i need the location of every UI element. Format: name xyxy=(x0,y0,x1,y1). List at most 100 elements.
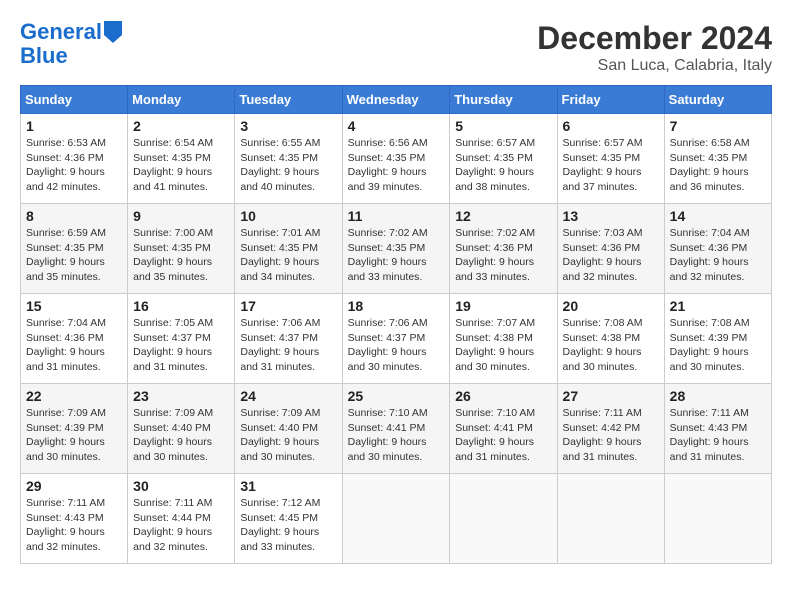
day-info: Sunrise: 6:53 AMSunset: 4:36 PMDaylight:… xyxy=(26,136,122,195)
week-row-2: 8 Sunrise: 6:59 AMSunset: 4:35 PMDaylight… xyxy=(21,204,772,294)
day-info: Sunrise: 7:08 AMSunset: 4:39 PMDaylight:… xyxy=(670,316,766,375)
day-info: Sunrise: 7:04 AMSunset: 4:36 PMDaylight:… xyxy=(26,316,122,375)
day-info: Sunrise: 7:09 AMSunset: 4:39 PMDaylight:… xyxy=(26,406,122,465)
day-cell: 1 Sunrise: 6:53 AMSunset: 4:36 PMDaylight… xyxy=(21,114,128,204)
header: General Blue December 2024 San Luca, Cal… xyxy=(20,20,772,75)
logo-icon xyxy=(104,21,122,43)
day-info: Sunrise: 6:55 AMSunset: 4:35 PMDaylight:… xyxy=(240,136,336,195)
day-cell: 9 Sunrise: 7:00 AMSunset: 4:35 PMDaylight… xyxy=(128,204,235,294)
header-sunday: Sunday xyxy=(21,86,128,114)
day-cell: 25 Sunrise: 7:10 AMSunset: 4:41 PMDayligh… xyxy=(342,384,450,474)
day-cell xyxy=(342,474,450,564)
day-info: Sunrise: 6:59 AMSunset: 4:35 PMDaylight:… xyxy=(26,226,122,285)
day-cell: 18 Sunrise: 7:06 AMSunset: 4:37 PMDayligh… xyxy=(342,294,450,384)
day-cell xyxy=(557,474,664,564)
day-number: 24 xyxy=(240,388,336,404)
day-number: 13 xyxy=(563,208,659,224)
header-saturday: Saturday xyxy=(664,86,771,114)
day-cell: 3 Sunrise: 6:55 AMSunset: 4:35 PMDaylight… xyxy=(235,114,342,204)
day-number: 25 xyxy=(348,388,445,404)
day-number: 4 xyxy=(348,118,445,134)
day-cell: 16Sunrise: 7:05 AMSunset: 4:37 PMDayligh… xyxy=(128,294,235,384)
day-number: 8 xyxy=(26,208,122,224)
day-cell: 14 Sunrise: 7:04 AMSunset: 4:36 PMDayligh… xyxy=(664,204,771,294)
day-info: Sunrise: 6:56 AMSunset: 4:35 PMDaylight:… xyxy=(348,136,445,195)
day-cell: 13 Sunrise: 7:03 AMSunset: 4:36 PMDayligh… xyxy=(557,204,664,294)
day-info: Sunrise: 7:09 AMSunset: 4:40 PMDaylight:… xyxy=(240,406,336,465)
day-cell: 26 Sunrise: 7:10 AMSunset: 4:41 PMDayligh… xyxy=(450,384,557,474)
day-number: 26 xyxy=(455,388,551,404)
day-cell: 24 Sunrise: 7:09 AMSunset: 4:40 PMDayligh… xyxy=(235,384,342,474)
day-number: 7 xyxy=(670,118,766,134)
day-number: 28 xyxy=(670,388,766,404)
week-row-5: 29 Sunrise: 7:11 AMSunset: 4:43 PMDayligh… xyxy=(21,474,772,564)
day-number: 23 xyxy=(133,388,229,404)
day-number: 9 xyxy=(133,208,229,224)
day-number: 12 xyxy=(455,208,551,224)
day-number: 18 xyxy=(348,298,445,314)
day-cell: 5 Sunrise: 6:57 AMSunset: 4:35 PMDaylight… xyxy=(450,114,557,204)
day-cell: 22Sunrise: 7:09 AMSunset: 4:39 PMDayligh… xyxy=(21,384,128,474)
day-info: Sunrise: 7:00 AMSunset: 4:35 PMDaylight:… xyxy=(133,226,229,285)
day-cell: 23 Sunrise: 7:09 AMSunset: 4:40 PMDayligh… xyxy=(128,384,235,474)
day-cell: 21 Sunrise: 7:08 AMSunset: 4:39 PMDayligh… xyxy=(664,294,771,384)
day-number: 1 xyxy=(26,118,122,134)
day-info: Sunrise: 6:57 AMSunset: 4:35 PMDaylight:… xyxy=(563,136,659,195)
day-info: Sunrise: 6:58 AMSunset: 4:35 PMDaylight:… xyxy=(670,136,766,195)
day-info: Sunrise: 7:10 AMSunset: 4:41 PMDaylight:… xyxy=(348,406,445,465)
day-info: Sunrise: 7:12 AMSunset: 4:45 PMDaylight:… xyxy=(240,496,336,555)
logo: General Blue xyxy=(20,20,122,68)
day-number: 27 xyxy=(563,388,659,404)
day-info: Sunrise: 7:10 AMSunset: 4:41 PMDaylight:… xyxy=(455,406,551,465)
day-info: Sunrise: 7:01 AMSunset: 4:35 PMDaylight:… xyxy=(240,226,336,285)
day-number: 21 xyxy=(670,298,766,314)
day-number: 30 xyxy=(133,478,229,494)
day-info: Sunrise: 7:06 AMSunset: 4:37 PMDaylight:… xyxy=(348,316,445,375)
day-info: Sunrise: 7:04 AMSunset: 4:36 PMDaylight:… xyxy=(670,226,766,285)
day-info: Sunrise: 7:11 AMSunset: 4:44 PMDaylight:… xyxy=(133,496,229,555)
day-number: 31 xyxy=(240,478,336,494)
day-number: 19 xyxy=(455,298,551,314)
title-area: December 2024 San Luca, Calabria, Italy xyxy=(537,20,772,75)
logo-line2: Blue xyxy=(20,43,68,68)
logo-text: General xyxy=(20,20,102,44)
day-cell: 20Sunrise: 7:08 AMSunset: 4:38 PMDayligh… xyxy=(557,294,664,384)
day-number: 14 xyxy=(670,208,766,224)
day-info: Sunrise: 6:57 AMSunset: 4:35 PMDaylight:… xyxy=(455,136,551,195)
day-cell: 8 Sunrise: 6:59 AMSunset: 4:35 PMDaylight… xyxy=(21,204,128,294)
day-number: 2 xyxy=(133,118,229,134)
day-info: Sunrise: 7:06 AMSunset: 4:37 PMDaylight:… xyxy=(240,316,336,375)
day-info: Sunrise: 6:54 AMSunset: 4:35 PMDaylight:… xyxy=(133,136,229,195)
header-wednesday: Wednesday xyxy=(342,86,450,114)
day-cell: 2 Sunrise: 6:54 AMSunset: 4:35 PMDaylight… xyxy=(128,114,235,204)
day-cell: 30 Sunrise: 7:11 AMSunset: 4:44 PMDayligh… xyxy=(128,474,235,564)
day-info: Sunrise: 7:02 AMSunset: 4:35 PMDaylight:… xyxy=(348,226,445,285)
day-cell: 27Sunrise: 7:11 AMSunset: 4:42 PMDayligh… xyxy=(557,384,664,474)
days-header-row: SundayMondayTuesdayWednesdayThursdayFrid… xyxy=(21,86,772,114)
day-cell: 19Sunrise: 7:07 AMSunset: 4:38 PMDayligh… xyxy=(450,294,557,384)
day-info: Sunrise: 7:03 AMSunset: 4:36 PMDaylight:… xyxy=(563,226,659,285)
day-cell: 17Sunrise: 7:06 AMSunset: 4:37 PMDayligh… xyxy=(235,294,342,384)
header-monday: Monday xyxy=(128,86,235,114)
day-cell: 11 Sunrise: 7:02 AMSunset: 4:35 PMDayligh… xyxy=(342,204,450,294)
day-cell: 15Sunrise: 7:04 AMSunset: 4:36 PMDayligh… xyxy=(21,294,128,384)
day-info: Sunrise: 7:11 AMSunset: 4:43 PMDaylight:… xyxy=(26,496,122,555)
month-title: December 2024 xyxy=(537,20,772,57)
day-number: 20 xyxy=(563,298,659,314)
day-number: 5 xyxy=(455,118,551,134)
day-number: 29 xyxy=(26,478,122,494)
day-number: 3 xyxy=(240,118,336,134)
day-cell: 31 Sunrise: 7:12 AMSunset: 4:45 PMDayligh… xyxy=(235,474,342,564)
day-number: 16 xyxy=(133,298,229,314)
header-tuesday: Tuesday xyxy=(235,86,342,114)
day-cell: 29 Sunrise: 7:11 AMSunset: 4:43 PMDayligh… xyxy=(21,474,128,564)
week-row-3: 15Sunrise: 7:04 AMSunset: 4:36 PMDayligh… xyxy=(21,294,772,384)
header-friday: Friday xyxy=(557,86,664,114)
day-number: 6 xyxy=(563,118,659,134)
day-number: 11 xyxy=(348,208,445,224)
day-cell xyxy=(664,474,771,564)
day-cell xyxy=(450,474,557,564)
day-info: Sunrise: 7:09 AMSunset: 4:40 PMDaylight:… xyxy=(133,406,229,465)
day-info: Sunrise: 7:11 AMSunset: 4:43 PMDaylight:… xyxy=(670,406,766,465)
day-cell: 10Sunrise: 7:01 AMSunset: 4:35 PMDayligh… xyxy=(235,204,342,294)
